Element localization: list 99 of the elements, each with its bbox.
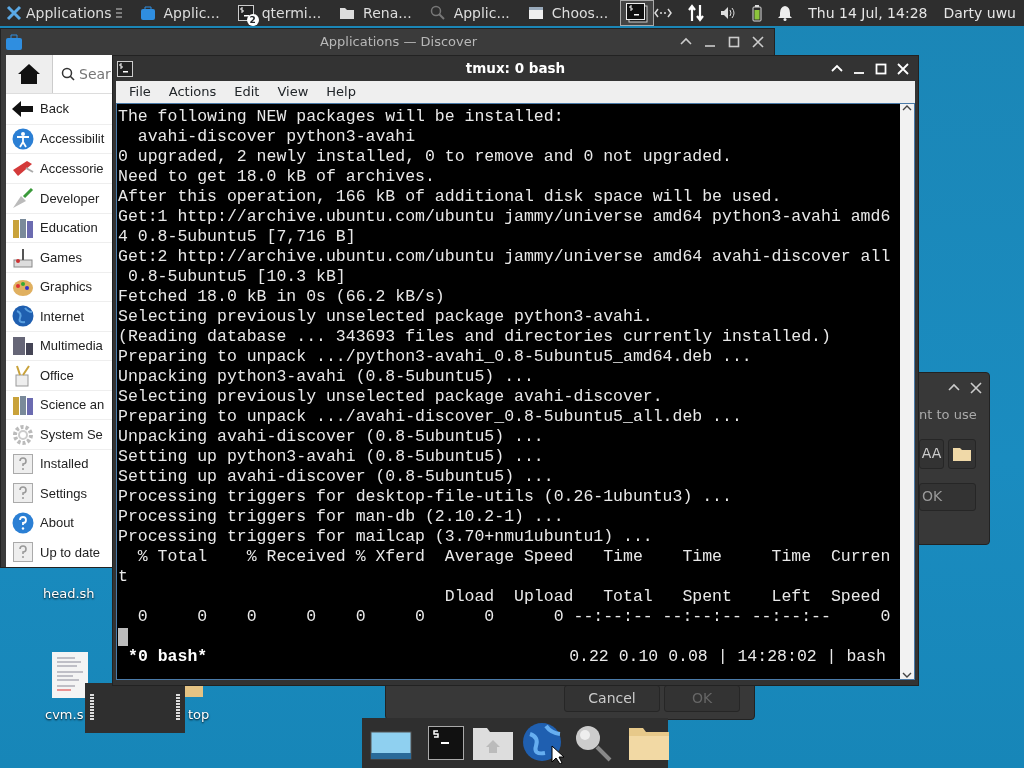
applications-menu[interactable]: Applications [0, 0, 128, 26]
cancel-button[interactable]: Cancel [564, 685, 660, 712]
task-button[interactable]: Applic... [423, 0, 516, 26]
font-button[interactable]: AA [919, 438, 944, 469]
terminal-line: Processing triggers for mailcap (3.70+nmu1ubuntu1) ... [118, 527, 654, 547]
terminal-icon [626, 3, 649, 23]
question-icon [12, 482, 34, 505]
folder-icon [953, 446, 971, 461]
menu-icon [115, 7, 122, 19]
scroll-up-icon[interactable] [902, 104, 912, 112]
terminal-line: Selecting previously unselected package python3-avahi. [118, 307, 654, 327]
globe-icon[interactable] [522, 722, 564, 764]
bell-icon[interactable] [778, 5, 793, 21]
window-title: Applications — Discover [318, 33, 479, 52]
close-icon[interactable] [969, 381, 983, 395]
task-button[interactable] [620, 0, 655, 26]
menu-item[interactable]: Help [317, 82, 365, 102]
film-icon [12, 335, 34, 357]
file-label[interactable]: cvm.s [45, 705, 84, 725]
maximize-icon[interactable] [874, 61, 888, 76]
terminal-line: Selecting previously unselected package avahi-discover. [118, 387, 664, 407]
sidebar-item[interactable]: Office [6, 360, 113, 390]
trowel-icon [12, 187, 34, 210]
accessibility-icon [12, 128, 34, 151]
bag-icon [139, 5, 156, 21]
folder-icon [339, 5, 356, 21]
joystick-icon [12, 246, 34, 269]
terminal-line: Unpacking avahi-discover (0.8-5ubuntu5) ... [118, 427, 545, 447]
terminal-line: Processing triggers for man-db (2.10.2-1) ... [118, 507, 565, 527]
terminal-line: Setting up python3-avahi (0.8-5ubuntu5) ... [118, 447, 545, 467]
cursor-block [118, 628, 128, 646]
terminal-line: 0 0 0 0 0 0 0 0 --:--:-- --:--:-- --:--:-- 0 [136, 607, 892, 627]
transfer-arrows-icon[interactable] [688, 4, 705, 22]
terminal-line: Get:2 http://archive.ubuntu.com/ubuntu jammy/universe amd64 avahi-discover all [118, 247, 892, 267]
home-icon [18, 64, 40, 85]
status-text: 0.22 0.10 0.08 | 14:28:02 | bash [569, 647, 886, 667]
terminal-line: % Total % Received % Xferd Average Speed Time Time Time Curren [136, 547, 892, 567]
menu-item[interactable]: Actions [159, 82, 226, 102]
drag-handle-icon[interactable] [89, 694, 95, 722]
task-button[interactable]: 2 qtermi... [231, 0, 328, 26]
clock[interactable]: Thu 14 Jul, 14:28 [808, 2, 928, 24]
terminal-line: t [118, 567, 129, 587]
terminal-line: The following NEW packages will be installed: [118, 107, 565, 127]
x-logo-icon [6, 5, 22, 21]
terminal-line: Preparing to unpack .../avahi-discover_0.8-5ubuntu5_all.deb ... [118, 407, 743, 427]
terminal-line: Need to get 18.0 kB of archives. [118, 167, 436, 187]
terminal-line: After this operation, 166 kB of additional disk space will be used. [118, 187, 783, 207]
document-icon[interactable] [52, 652, 88, 698]
home-folder-icon[interactable] [472, 726, 514, 760]
help-icon [12, 511, 34, 534]
books-icon [12, 216, 34, 239]
terminal-line: Setting up avahi-discover (0.8-5ubuntu5) ... [118, 467, 555, 487]
file-label[interactable]: head.sh [43, 584, 95, 604]
window-icon [527, 5, 544, 21]
folder-button[interactable] [948, 438, 976, 469]
maximize-icon[interactable] [727, 35, 741, 49]
terminal-line: (Reading database ... 343693 files and directories currently installed.) [118, 327, 832, 347]
terminal-icon[interactable] [428, 726, 464, 760]
bag-icon [5, 33, 23, 51]
task-button[interactable]: Choos... [521, 0, 615, 26]
status-text: *0 bash* [128, 647, 208, 667]
question-icon [12, 541, 34, 564]
globe-icon [12, 305, 34, 328]
menu-item[interactable]: Edit [225, 82, 269, 102]
network-icon[interactable] [654, 7, 673, 19]
ok-button[interactable]: OK [919, 482, 976, 511]
dialog-text: nt to use [919, 406, 978, 424]
volume-icon[interactable] [720, 6, 737, 20]
terminal-line: 0.8-5ubuntu5 [10.3 kB] [126, 267, 347, 287]
terminal-line: Get:1 http://archive.ubuntu.com/ubuntu jammy/universe amd64 python3-avahi amd6 [118, 207, 892, 227]
user-name[interactable]: Darty uwu [943, 2, 1016, 24]
terminal-line: 4 0.8-5ubuntu5 [7,716 B] [118, 227, 357, 247]
terminal-icon [237, 5, 254, 21]
home-button[interactable] [6, 55, 53, 94]
menu-item[interactable]: File [120, 82, 160, 102]
terminal-line: avahi-discover python3-avahi [136, 127, 417, 147]
task-button[interactable]: Applic... [133, 0, 226, 26]
drag-handle-icon[interactable] [175, 694, 181, 722]
books-icon [12, 394, 34, 417]
scroll-down-icon[interactable] [902, 671, 912, 679]
terminal-line: Processing triggers for desktop-file-utils (0.26-1ubuntu3) ... [118, 487, 733, 507]
terminal-line: Preparing to unpack .../python3-avahi_0.8-5ubuntu5_amd64.deb ... [118, 347, 753, 367]
folder-icon[interactable] [628, 726, 670, 760]
task-button[interactable]: Rena... [333, 0, 418, 26]
question-icon [12, 453, 34, 476]
close-icon[interactable] [751, 35, 765, 49]
terminal-line: Fetched 18.0 kB in 0s (66.2 kB/s) [118, 287, 446, 307]
search-icon [429, 5, 446, 21]
menu-item[interactable]: View [268, 82, 318, 102]
gear-icon [12, 423, 34, 446]
window-title: tmux: 0 bash [464, 59, 567, 79]
folder-label[interactable]: top [188, 705, 210, 725]
battery-icon[interactable] [752, 4, 763, 22]
terminal-line: 0 upgraded, 2 newly installed, 0 to remove and 0 not upgraded. [118, 147, 733, 167]
terminal-line: Unpacking python3-avahi (0.8-5ubuntu5) ... [118, 367, 535, 387]
search-icon [61, 67, 75, 82]
terminal-icon[interactable] [117, 60, 135, 77]
terminal-line: Dload Upload Total Spent Left Speed [443, 587, 882, 607]
scrollbar[interactable] [900, 104, 914, 679]
